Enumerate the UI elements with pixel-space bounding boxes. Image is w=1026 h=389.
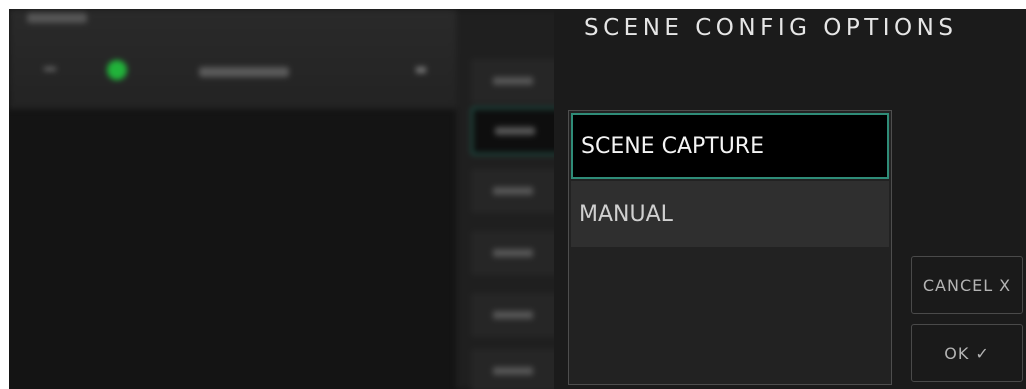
option-scene-capture[interactable]: SCENE CAPTURE: [571, 113, 889, 179]
background-dropdown: [199, 67, 289, 77]
app-screen: SCENE CONFIG OPTIONS SCENE CAPTURE MANUA…: [9, 9, 1026, 389]
background-tab: [471, 231, 566, 275]
chevron-down-icon: [416, 67, 426, 73]
option-label: SCENE CAPTURE: [581, 133, 764, 159]
ok-button-label: OK: [944, 343, 970, 363]
background-app-title: [27, 13, 87, 23]
scene-config-dialog: SCENE CONFIG OPTIONS SCENE CAPTURE MANUA…: [554, 9, 1026, 389]
background-tab: [471, 169, 566, 213]
background-tab: [471, 349, 566, 389]
checkmark-icon: ✓: [975, 343, 990, 363]
status-indicator-icon: [107, 60, 127, 80]
option-manual[interactable]: MANUAL: [571, 181, 889, 247]
option-label: MANUAL: [579, 201, 673, 227]
scene-config-option-list[interactable]: SCENE CAPTURE MANUAL: [568, 110, 892, 385]
background-tab: [471, 293, 566, 337]
close-icon: X: [999, 275, 1012, 295]
ok-button[interactable]: OK ✓: [911, 324, 1023, 382]
cancel-button[interactable]: CANCEL X: [911, 256, 1023, 314]
cancel-button-label: CANCEL: [922, 275, 994, 295]
background-back-icon: [44, 67, 56, 71]
dialog-title: SCENE CONFIG OPTIONS: [584, 15, 958, 41]
background-tab: [471, 59, 566, 103]
